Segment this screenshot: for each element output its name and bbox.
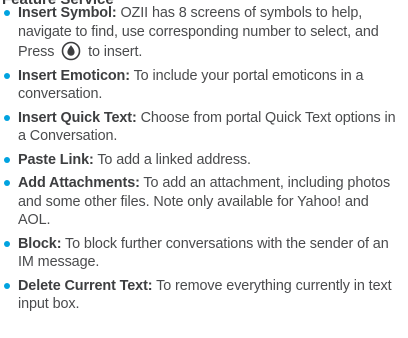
list-item-insert-quick-text: Insert Quick Text: Choose from portal Qu… <box>0 109 404 146</box>
bullet-icon <box>4 240 10 247</box>
item-term: Delete Current Text: <box>18 277 153 294</box>
item-term: Paste Link: <box>18 151 94 168</box>
item-description: To block further conversations with the … <box>18 235 389 271</box>
list-item-add-attachments: Add Attachments: To add an attachment, i… <box>0 174 404 230</box>
bullet-icon <box>4 156 10 163</box>
ok-button-icon <box>61 41 81 61</box>
feature-list: Insert Symbol: OZII has 8 screens of sym… <box>0 4 404 314</box>
list-item-insert-emoticon: Insert Emoticon: To include your portal … <box>0 67 404 104</box>
item-description: To add a linked address. <box>93 151 251 168</box>
list-item-delete-current-text: Delete Current Text: To remove everythin… <box>0 277 404 314</box>
item-term: Add Attachments: <box>18 175 140 191</box>
item-term: Insert Emoticon: <box>18 67 130 84</box>
list-item-paste-link: Paste Link: To add a linked address. <box>0 151 404 170</box>
list-item-block: Block: To block further conversations wi… <box>0 235 404 272</box>
bullet-icon <box>4 10 10 16</box>
bullet-icon <box>4 72 10 79</box>
bullet-icon <box>4 114 10 121</box>
bullet-icon <box>4 282 10 289</box>
list-item-insert-symbol: Insert Symbol: OZII has 8 screens of sym… <box>0 4 404 62</box>
item-term: Block: <box>18 235 62 252</box>
item-description-end: to insert. <box>84 44 143 60</box>
item-term: Insert Symbol: <box>18 5 117 21</box>
bullet-icon <box>4 180 10 186</box>
item-term: Insert Quick Text: <box>18 109 137 126</box>
